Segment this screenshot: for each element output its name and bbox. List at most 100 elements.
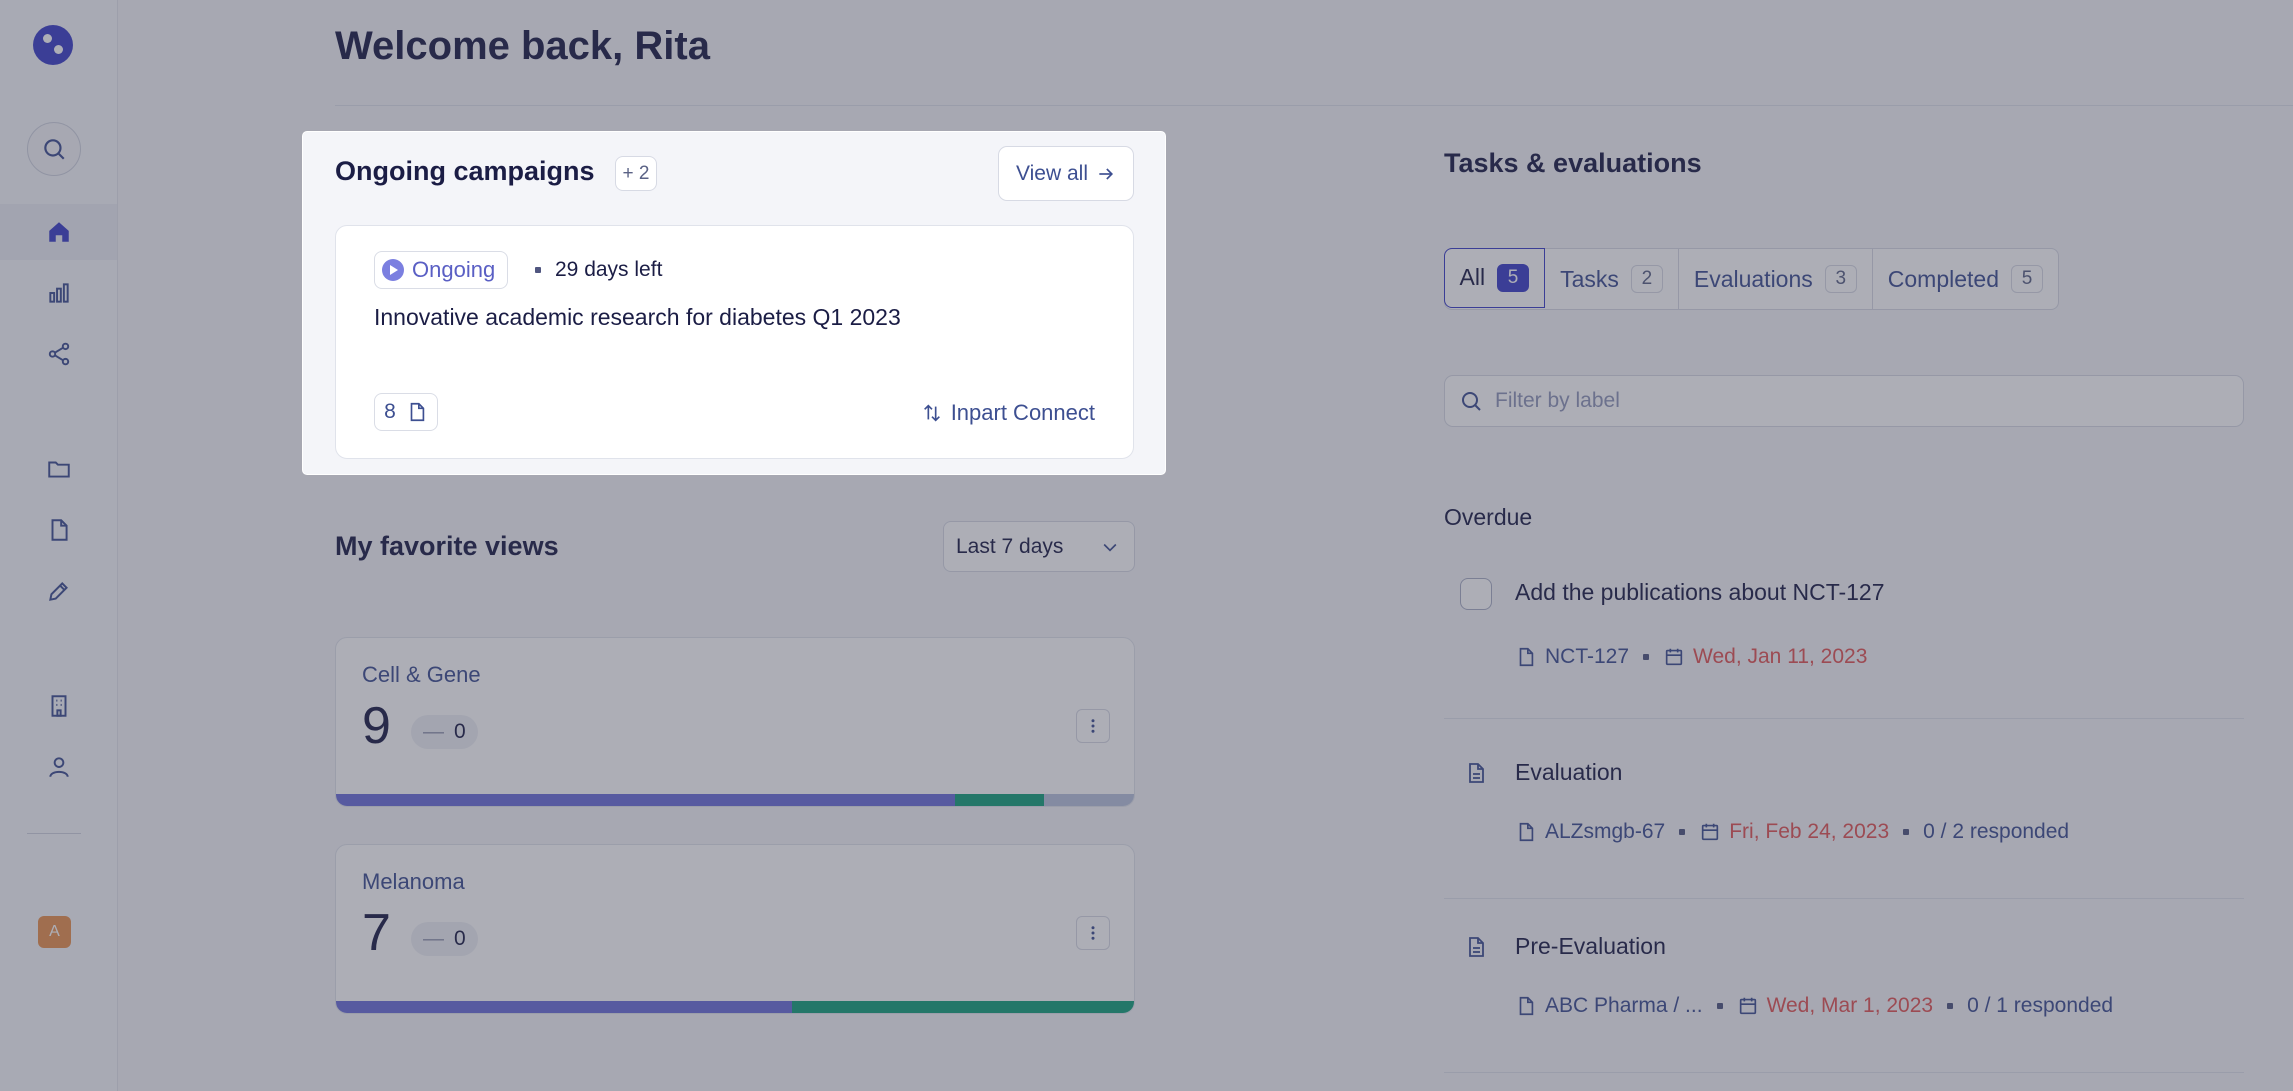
sidebar-item-organization[interactable] bbox=[0, 678, 117, 734]
tab-label: Completed bbox=[1887, 265, 2000, 292]
view-name: Cell & Gene bbox=[362, 662, 481, 687]
date-range-select[interactable]: Last 7 days bbox=[943, 521, 1135, 572]
arrow-right-icon bbox=[1099, 167, 1113, 180]
view-count: 7 bbox=[362, 904, 391, 962]
tab-count: 2 bbox=[1630, 265, 1663, 293]
task-meta: ABC Pharma / ... Wed, Mar 1, 2023 0 / 1 … bbox=[1515, 994, 2113, 1018]
days-left-label: 29 days left bbox=[555, 258, 663, 281]
view-delta: —0 bbox=[411, 922, 478, 956]
sidebar-item-documents[interactable] bbox=[0, 502, 117, 558]
calendar-icon bbox=[1665, 648, 1683, 666]
sidebar-item-share[interactable] bbox=[0, 326, 117, 382]
search-button[interactable] bbox=[27, 122, 81, 176]
inpart-connect-link[interactable]: Inpart Connect bbox=[921, 400, 1095, 426]
pen-icon bbox=[48, 582, 68, 601]
task-item[interactable]: Add the publications about NCT-127 NCT-1… bbox=[1444, 555, 2244, 719]
more-options-button[interactable] bbox=[1076, 709, 1110, 743]
tab-count: 5 bbox=[2011, 265, 2044, 293]
bar-segment-primary bbox=[336, 794, 956, 806]
responded-count: 0 / 1 responded bbox=[1967, 994, 2114, 1017]
tab-label: Evaluations bbox=[1693, 265, 1813, 292]
app-logo[interactable] bbox=[33, 25, 73, 65]
separator-dot bbox=[1716, 1003, 1723, 1009]
group-label-overdue: Overdue bbox=[1444, 504, 1533, 530]
more-vertical-icon bbox=[1091, 926, 1095, 940]
sidebar-item-folders[interactable] bbox=[0, 441, 117, 497]
page-title: Welcome back, Rita bbox=[335, 24, 710, 68]
search-icon bbox=[44, 139, 65, 160]
bar-chart-icon bbox=[48, 283, 69, 303]
evaluation-document-icon bbox=[1469, 937, 1484, 957]
view-all-label: View all bbox=[1016, 161, 1088, 185]
header-divider bbox=[335, 105, 2293, 106]
tab-label: All bbox=[1459, 264, 1486, 290]
bar-segment-primary bbox=[336, 1001, 792, 1013]
task-due-date: Wed, Jan 11, 2023 bbox=[1693, 645, 1868, 668]
dash-icon: — bbox=[423, 927, 444, 950]
document-icon bbox=[1519, 647, 1534, 667]
avatar[interactable]: A bbox=[38, 916, 71, 948]
swap-arrows-icon bbox=[923, 404, 940, 422]
tab-count: 3 bbox=[1824, 265, 1857, 293]
tab-all[interactable]: All 5 bbox=[1443, 247, 1546, 308]
days-left: 29 days left bbox=[535, 258, 662, 282]
tab-evaluations[interactable]: Evaluations 3 bbox=[1679, 249, 1873, 309]
tasks-title: Tasks & evaluations bbox=[1444, 148, 1702, 178]
favorite-view-card[interactable]: Cell & Gene 9 —0 bbox=[335, 637, 1135, 807]
document-icon bbox=[410, 402, 425, 422]
task-tabs: All 5 Tasks 2 Evaluations 3 Completed 5 bbox=[1443, 247, 2060, 310]
view-all-button[interactable]: View all bbox=[998, 146, 1134, 201]
bar-segment-success bbox=[955, 794, 1044, 806]
filter-input[interactable] bbox=[1495, 389, 2195, 413]
task-checkbox[interactable] bbox=[1460, 578, 1492, 610]
more-vertical-icon bbox=[1091, 719, 1095, 733]
ongoing-campaigns-panel: Ongoing campaigns + 2 View all Ongoing 2… bbox=[303, 132, 1165, 474]
more-options-button[interactable] bbox=[1076, 916, 1110, 950]
filter-field bbox=[1444, 375, 2244, 427]
document-icon bbox=[51, 519, 68, 541]
document-icon bbox=[1519, 822, 1534, 842]
document-icon bbox=[1519, 996, 1534, 1016]
sidebar-item-edit[interactable] bbox=[0, 563, 117, 619]
tab-completed[interactable]: Completed 5 bbox=[1873, 249, 2058, 309]
status-label: Ongoing bbox=[412, 257, 496, 282]
date-range-value: Last 7 days bbox=[956, 534, 1064, 558]
view-delta: —0 bbox=[411, 715, 478, 749]
favorite-view-card[interactable]: Melanoma 7 —0 bbox=[335, 844, 1135, 1014]
view-count: 9 bbox=[362, 697, 391, 755]
sidebar-item-home[interactable] bbox=[0, 204, 117, 260]
sidebar-divider bbox=[27, 833, 81, 834]
calendar-icon bbox=[1702, 823, 1719, 841]
task-meta: ALZsmgb-67 Fri, Feb 24, 2023 0 / 2 respo… bbox=[1515, 820, 2069, 844]
tab-label: Tasks bbox=[1560, 265, 1619, 292]
user-icon bbox=[48, 757, 69, 778]
campaign-card[interactable]: Ongoing 29 days left Innovative academic… bbox=[335, 225, 1134, 459]
folder-icon bbox=[47, 461, 70, 478]
task-reference[interactable]: ABC Pharma / ... bbox=[1545, 994, 1703, 1018]
sidebar-item-analytics[interactable] bbox=[0, 265, 117, 321]
bar-segment-success bbox=[791, 1001, 1134, 1013]
task-item[interactable]: Pre-Evaluation ABC Pharma / ... Wed, Mar… bbox=[1444, 909, 2244, 1073]
sidebar-item-profile[interactable] bbox=[0, 739, 117, 795]
search-icon bbox=[1462, 392, 1481, 411]
task-reference[interactable]: ALZsmgb-67 bbox=[1545, 820, 1665, 844]
view-progress-bar bbox=[336, 794, 1134, 806]
tab-tasks[interactable]: Tasks 2 bbox=[1545, 249, 1679, 309]
view-delta-value: 0 bbox=[454, 720, 466, 743]
campaign-title[interactable]: Innovative academic research for diabete… bbox=[374, 304, 901, 331]
building-icon bbox=[51, 695, 66, 717]
campaigns-title: Ongoing campaigns bbox=[335, 156, 595, 186]
bar-segment-muted bbox=[1043, 794, 1134, 806]
responded-count: 0 / 2 responded bbox=[1923, 820, 2070, 843]
task-title: Evaluation bbox=[1515, 759, 1623, 785]
document-count[interactable]: 8 bbox=[374, 393, 438, 431]
status-badge: Ongoing bbox=[374, 251, 509, 289]
task-reference[interactable]: NCT-127 bbox=[1545, 645, 1629, 669]
task-item[interactable]: Evaluation ALZsmgb-67 Fri, Feb 24, 2023 … bbox=[1444, 735, 2244, 899]
tab-count: 5 bbox=[1497, 263, 1530, 292]
play-icon bbox=[382, 259, 404, 281]
task-title: Pre-Evaluation bbox=[1515, 933, 1666, 959]
document-count-value: 8 bbox=[384, 400, 396, 423]
sidebar: A bbox=[0, 0, 118, 1091]
task-title: Add the publications about NCT-127 bbox=[1515, 579, 1885, 605]
